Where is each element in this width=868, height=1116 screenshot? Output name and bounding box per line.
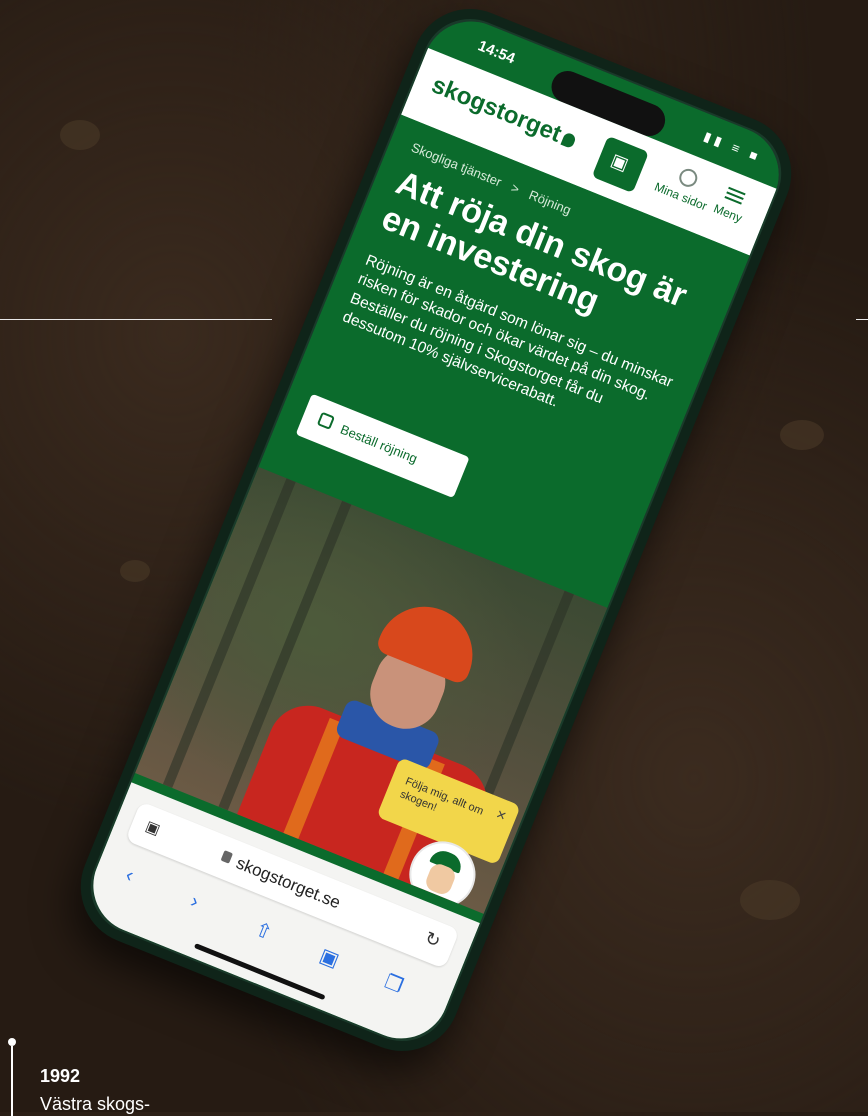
- mina-sidor-label: Mina sidor: [652, 179, 710, 214]
- breadcrumb-current: Röjning: [526, 187, 574, 218]
- menu-label: Meny: [711, 201, 745, 226]
- status-time: 14:54: [475, 37, 518, 68]
- signal-wifi-battery-icon: ▮▮ ≡ ■: [701, 128, 764, 166]
- soil-texture: [120, 560, 150, 582]
- order-rojning-button[interactable]: Beställ röjning: [295, 393, 470, 499]
- close-icon[interactable]: ×: [493, 806, 509, 826]
- timeline-dot: [8, 1038, 16, 1046]
- lock-icon: [220, 850, 234, 864]
- reload-icon[interactable]: ↻: [422, 928, 443, 953]
- url-text: skogstorget.se: [233, 853, 344, 913]
- back-icon[interactable]: ‹: [122, 864, 136, 888]
- bookmarks-icon[interactable]: ▣: [316, 943, 343, 973]
- soil-texture: [60, 120, 100, 150]
- smartphone: 14:54 ▮▮ ≡ ■ skogstorget ▣ Mina sidor Me…: [63, 0, 809, 1069]
- timeline-caption: 1992 Västra skogs-: [8, 1038, 208, 1116]
- timeline-line: [11, 1046, 13, 1116]
- soil-texture: [740, 880, 800, 920]
- breadcrumb-separator: >: [508, 179, 522, 197]
- phone-screen: 14:54 ▮▮ ≡ ■ skogstorget ▣ Mina sidor Me…: [78, 7, 794, 1053]
- tabs-icon[interactable]: ❐: [381, 969, 407, 999]
- divider-line: [0, 319, 272, 320]
- forward-icon[interactable]: ›: [187, 890, 201, 914]
- timeline-year: 1992: [40, 1066, 81, 1086]
- user-icon: [676, 166, 700, 190]
- cart-button[interactable]: ▣: [591, 135, 650, 194]
- page-settings-icon[interactable]: ▣: [143, 817, 163, 839]
- leaf-icon: [560, 131, 578, 149]
- calendar-icon: [316, 411, 336, 430]
- hamburger-icon: [724, 186, 746, 205]
- cart-icon: ▣: [608, 149, 632, 175]
- share-icon[interactable]: ⇧: [251, 916, 276, 945]
- divider-line: [856, 319, 868, 320]
- soil-texture: [780, 420, 824, 450]
- order-button-label: Beställ röjning: [338, 421, 420, 467]
